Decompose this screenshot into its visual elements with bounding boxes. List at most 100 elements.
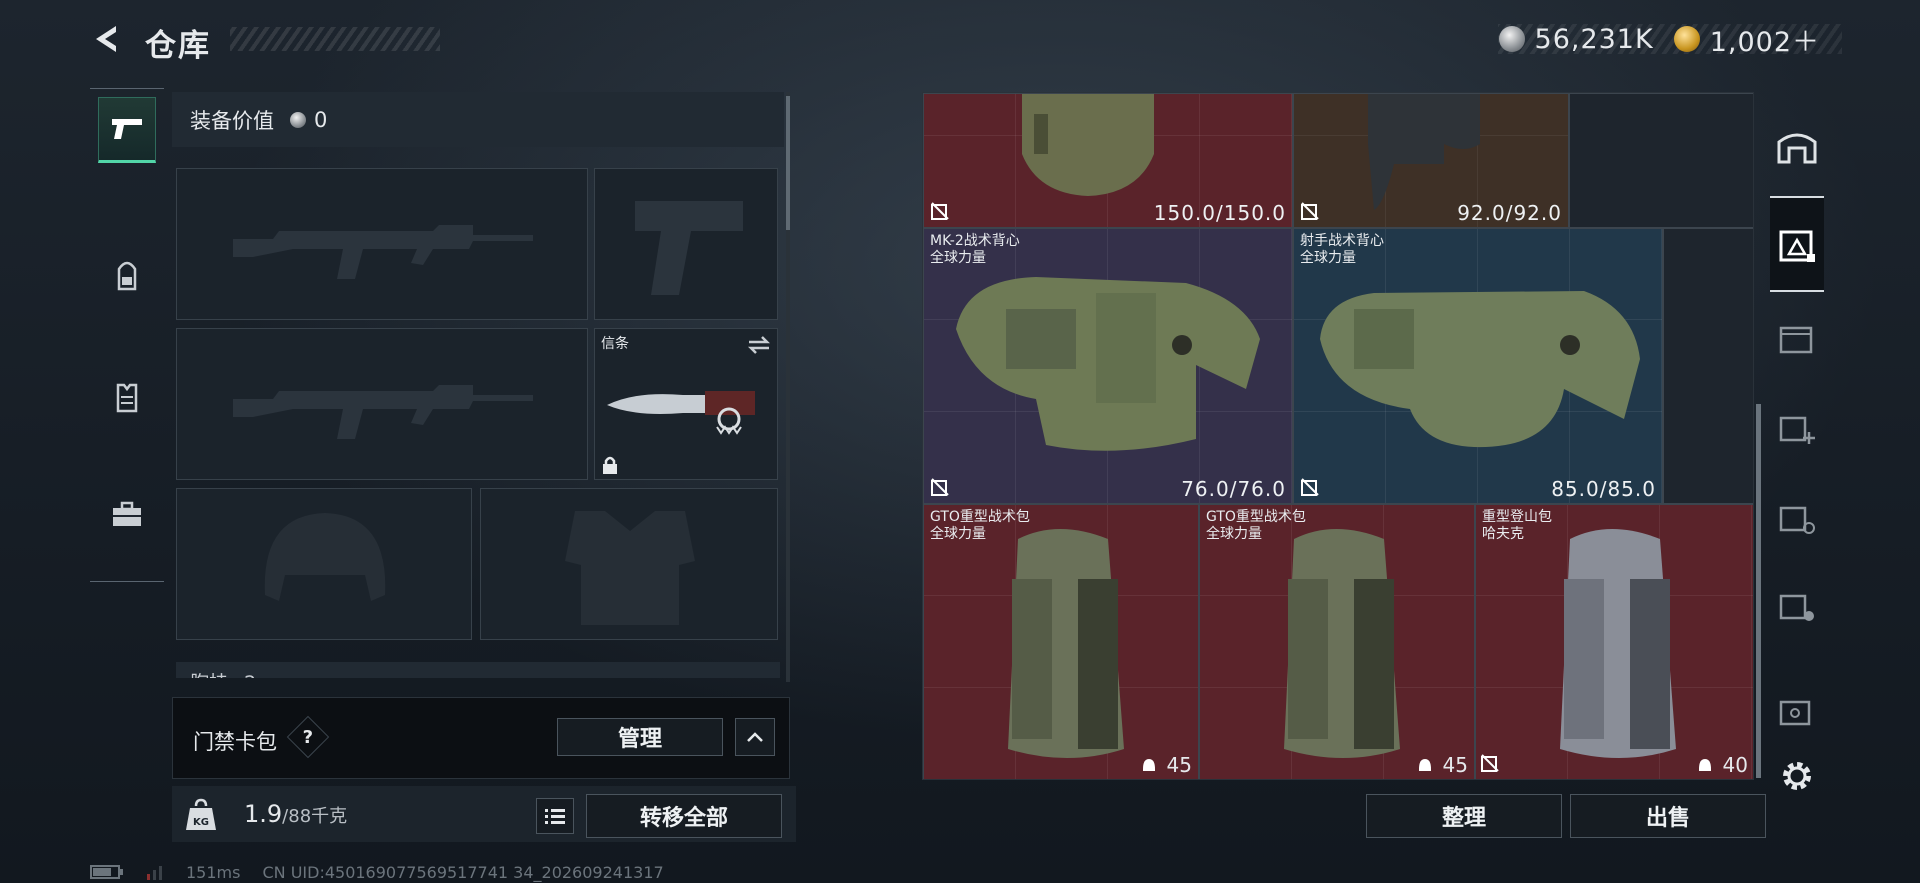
tab-storage-6[interactable] bbox=[1770, 684, 1824, 740]
capacity-row: 40 bbox=[1697, 753, 1748, 777]
melee-slot[interactable]: 信条 bbox=[594, 328, 778, 480]
helmet-slot[interactable] bbox=[176, 488, 472, 640]
warehouse-empty-cell[interactable] bbox=[1569, 93, 1753, 228]
warehouse-item-armor[interactable]: 150.0/150.0 bbox=[923, 93, 1293, 228]
sidebar-item-weapons[interactable] bbox=[98, 97, 156, 163]
chevron-up-icon bbox=[747, 732, 763, 742]
pistol-icon bbox=[112, 119, 142, 139]
loadout-sidebar bbox=[90, 88, 164, 582]
sidebar-item-vest[interactable] bbox=[98, 364, 156, 430]
backpack-item-icon bbox=[1560, 529, 1676, 758]
helmet-silhouette-icon bbox=[264, 513, 386, 601]
uid-text: CN UID:450169077569517741 34_20260924131… bbox=[262, 862, 664, 882]
secondary-weapon-slot[interactable] bbox=[176, 328, 588, 480]
item-durability: 150.0/150.0 bbox=[1153, 201, 1286, 225]
storage-icon bbox=[1777, 133, 1817, 164]
equipment-scrollbar-thumb[interactable] bbox=[786, 96, 790, 230]
item-name: 射手战术背心 bbox=[1300, 233, 1384, 249]
storage-box-icon bbox=[1779, 326, 1813, 354]
item-durability: 92.0/92.0 bbox=[1457, 201, 1562, 225]
pistol-slot[interactable] bbox=[594, 168, 778, 320]
expand-button[interactable] bbox=[735, 718, 775, 756]
sort-button-label: 整理 bbox=[1441, 806, 1486, 831]
swap-icon[interactable] bbox=[747, 335, 771, 355]
tab-storage-5[interactable] bbox=[1770, 578, 1824, 634]
sidebar-item-case[interactable] bbox=[98, 481, 156, 547]
warehouse-empty-cell[interactable] bbox=[1663, 228, 1753, 504]
weight-icon-text: KG bbox=[193, 817, 209, 828]
backpack-icon bbox=[117, 261, 137, 291]
tab-storage-4[interactable] bbox=[1770, 490, 1824, 546]
chest-rig-label: 胸挂 bbox=[190, 672, 228, 678]
storage-box-icon bbox=[1779, 506, 1815, 534]
warehouse-item-backpack[interactable]: GTO重型战术包 全球力量 45 bbox=[923, 504, 1199, 779]
pistol-silhouette-icon bbox=[635, 201, 743, 295]
item-brand: 全球力量 bbox=[1300, 250, 1356, 266]
help-button[interactable]: ? bbox=[286, 715, 330, 759]
equipment-value-label: 装备价值 bbox=[190, 108, 274, 133]
page-title: 仓库 bbox=[145, 28, 211, 64]
status-bar: 151ms CN UID:450169077569517741 34_20260… bbox=[90, 861, 664, 883]
capacity-row: 45 bbox=[1417, 753, 1468, 777]
warehouse-item-vest[interactable]: MK-2战术背心 全球力量 76.0/76.0 bbox=[923, 228, 1293, 504]
warehouse-action-bar: 整理 出售 bbox=[922, 786, 1766, 842]
item-name-block: MK-2战术背心 全球力量 bbox=[930, 233, 1020, 267]
lock-icon bbox=[603, 456, 617, 474]
no-insurance-icon bbox=[1481, 754, 1499, 772]
no-insurance-icon bbox=[1301, 478, 1319, 496]
weight-icon: KG bbox=[186, 798, 216, 830]
knife-icon bbox=[607, 391, 755, 435]
warehouse-grid: 150.0/150.0 92.0/92.0 MK-2战术背心 全球力量 76.0… bbox=[922, 92, 1754, 780]
melee-label: 信条 bbox=[601, 336, 629, 352]
list-view-button[interactable] bbox=[536, 798, 574, 834]
equipment-value: 0 bbox=[314, 107, 328, 132]
item-name: MK-2战术背心 bbox=[930, 233, 1020, 249]
warehouse-item-rig[interactable]: 92.0/92.0 bbox=[1293, 93, 1569, 228]
vest-icon bbox=[116, 383, 138, 413]
armor-item-icon bbox=[1022, 94, 1154, 196]
warehouse-item-vest[interactable]: 射手战术背心 全球力量 85.0/85.0 bbox=[1293, 228, 1663, 504]
tab-all-storage[interactable] bbox=[1770, 118, 1824, 174]
sell-button[interactable]: 出售 bbox=[1570, 794, 1766, 838]
gold-currency-value[interactable]: 1,002＋ bbox=[1710, 20, 1820, 59]
title-decoration bbox=[230, 27, 440, 51]
item-capacity: 45 bbox=[1166, 753, 1192, 777]
no-insurance-icon bbox=[1301, 202, 1319, 220]
back-button[interactable] bbox=[90, 22, 124, 56]
chest-rig-section[interactable]: 胸挂 2 bbox=[176, 662, 780, 678]
tab-storage-1[interactable] bbox=[1770, 196, 1824, 292]
silver-coin-icon bbox=[290, 111, 306, 128]
case-icon bbox=[113, 501, 141, 526]
armor-slot[interactable] bbox=[480, 488, 778, 640]
settings-button[interactable] bbox=[1770, 748, 1824, 804]
sidebar-item-backpack[interactable] bbox=[98, 242, 156, 308]
backpack-item-icon bbox=[1284, 529, 1400, 758]
capacity-row: 45 bbox=[1141, 753, 1192, 777]
gear-icon bbox=[1783, 762, 1811, 790]
armor-silhouette-icon bbox=[565, 511, 695, 625]
warehouse-item-backpack[interactable]: GTO重型战术包 全球力量 45 bbox=[1199, 504, 1475, 779]
no-insurance-icon bbox=[931, 478, 949, 496]
warehouse-scrollbar-thumb[interactable] bbox=[1756, 404, 1761, 778]
primary-weapon-slot[interactable] bbox=[176, 168, 588, 320]
storage-add-icon bbox=[1779, 416, 1815, 444]
tab-storage-3[interactable] bbox=[1770, 400, 1824, 456]
help-icon: ? bbox=[302, 726, 314, 748]
weight-current: 1.9 bbox=[244, 800, 283, 828]
item-capacity: 40 bbox=[1722, 753, 1748, 777]
capacity-icon bbox=[1142, 759, 1155, 771]
item-name-block: 重型登山包 哈夫克 bbox=[1482, 509, 1552, 543]
tab-storage-2[interactable] bbox=[1770, 310, 1824, 366]
manage-button[interactable]: 管理 bbox=[557, 718, 723, 756]
tactical-vest-icon bbox=[1320, 291, 1640, 448]
rig-item-icon bbox=[1368, 94, 1480, 210]
item-name: 重型登山包 bbox=[1482, 509, 1552, 525]
tactical-vest-icon bbox=[956, 277, 1260, 451]
manage-button-label: 管理 bbox=[617, 727, 662, 752]
transfer-all-button[interactable]: 转移全部 bbox=[586, 794, 782, 838]
storage-box-active-icon bbox=[1779, 230, 1815, 262]
warehouse-item-backpack[interactable]: 重型登山包 哈夫克 40 bbox=[1475, 504, 1753, 779]
equipment-value-bar: 装备价值 0 bbox=[172, 92, 784, 147]
silver-coin-icon bbox=[1498, 26, 1525, 52]
sort-button[interactable]: 整理 bbox=[1366, 794, 1562, 838]
